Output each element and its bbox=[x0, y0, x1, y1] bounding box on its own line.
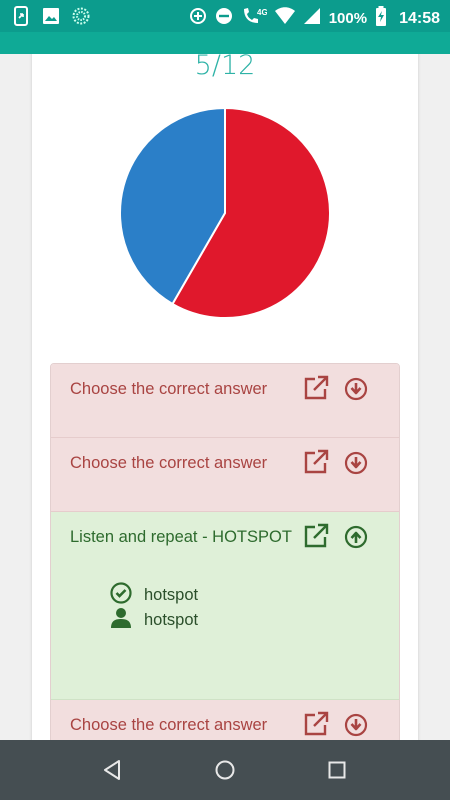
external-link-icon[interactable] bbox=[302, 710, 330, 738]
battery-percent: 100% bbox=[328, 10, 368, 27]
expected-answer-row: hotspot bbox=[110, 582, 198, 609]
answer-item-expanded[interactable]: Listen and repeat - HOTSPOT hotspot hots… bbox=[51, 512, 399, 700]
score-label: 5/12 bbox=[194, 54, 256, 81]
sync-circle-icon bbox=[72, 7, 90, 30]
screen-share-icon bbox=[14, 6, 30, 31]
system-nav-bar bbox=[0, 740, 450, 800]
answer-item[interactable]: Choose the correct answer bbox=[51, 364, 399, 438]
status-bar: 4G 100% 14:58 bbox=[0, 0, 450, 32]
recents-icon[interactable] bbox=[325, 758, 349, 782]
user-answer-text: hotspot bbox=[144, 611, 199, 629]
app-bar bbox=[0, 32, 450, 54]
data-saver-icon bbox=[189, 7, 207, 30]
user-icon bbox=[110, 607, 132, 634]
answers-list: Choose the correct answer Choose the cor… bbox=[50, 363, 400, 740]
answer-title: Choose the correct answer bbox=[70, 454, 268, 472]
arrow-circle-down-icon[interactable] bbox=[344, 713, 368, 737]
results-page[interactable]: 5/12 Choose the correct answer Choose th… bbox=[0, 54, 450, 740]
answer-item[interactable]: Choose the correct answer bbox=[51, 438, 399, 512]
wifi-calling-icon: 4G bbox=[241, 6, 267, 31]
wifi-icon bbox=[274, 7, 295, 30]
answer-title: Listen and repeat - HOTSPOT bbox=[70, 528, 292, 546]
external-link-icon[interactable] bbox=[302, 374, 330, 402]
arrow-circle-down-icon[interactable] bbox=[344, 451, 368, 475]
home-icon[interactable] bbox=[213, 758, 237, 782]
network-type-label: 4G bbox=[257, 8, 267, 17]
image-icon bbox=[42, 7, 60, 30]
battery-charging-icon bbox=[375, 6, 387, 31]
back-icon[interactable] bbox=[100, 758, 124, 782]
arrow-circle-down-icon[interactable] bbox=[344, 377, 368, 401]
signal-icon bbox=[303, 7, 321, 30]
user-answer-row: hotspot bbox=[110, 607, 198, 634]
status-right-icons: 4G 100% 14:58 bbox=[189, 6, 440, 31]
answer-item[interactable]: Choose the correct answer bbox=[51, 700, 399, 740]
external-link-icon[interactable] bbox=[302, 522, 330, 550]
results-card: 5/12 Choose the correct answer Choose th… bbox=[32, 54, 418, 740]
score-pie-chart bbox=[119, 106, 331, 319]
status-left-icons bbox=[14, 6, 90, 31]
arrow-circle-up-icon[interactable] bbox=[344, 525, 368, 549]
expected-answer-text: hotspot bbox=[144, 586, 199, 604]
clock: 14:58 bbox=[399, 9, 440, 27]
check-circle-icon bbox=[110, 582, 132, 609]
external-link-icon[interactable] bbox=[302, 448, 330, 476]
answer-title: Choose the correct answer bbox=[70, 380, 268, 398]
answer-title: Choose the correct answer bbox=[70, 716, 268, 734]
do-not-disturb-icon bbox=[215, 7, 233, 30]
